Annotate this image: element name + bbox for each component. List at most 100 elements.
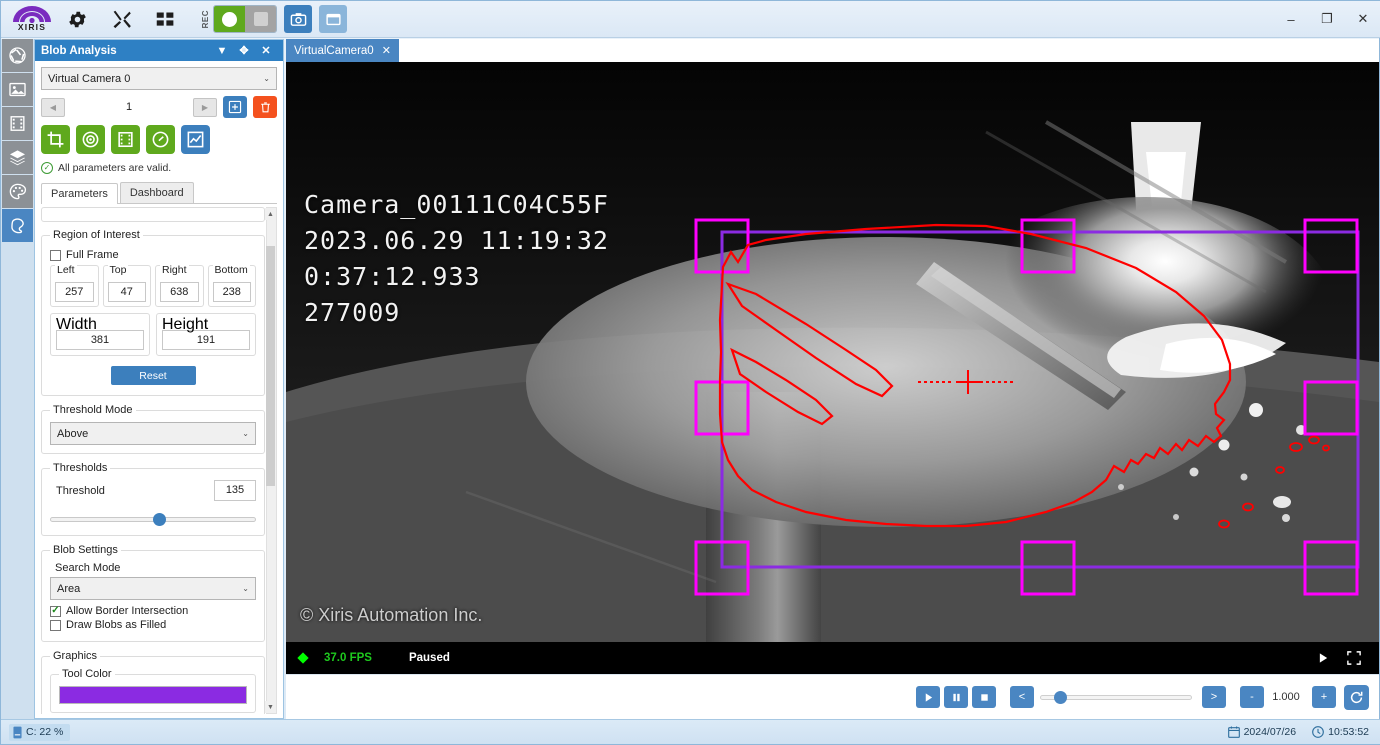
stop-icon <box>979 692 990 703</box>
record-button[interactable] <box>214 6 245 32</box>
rail-item-image[interactable] <box>2 73 33 106</box>
roi-reset-button[interactable]: Reset <box>111 366 196 385</box>
stop-square-icon <box>254 12 268 26</box>
overlay-framenumber: 277009 <box>304 295 609 331</box>
roi-left-input[interactable]: 257 <box>55 282 94 302</box>
next-tool-button[interactable]: ▶ <box>193 98 217 117</box>
title-bar: XIRIS REC <box>1 1 1380 38</box>
rail-item-video[interactable] <box>2 107 33 140</box>
check-circle-icon: ✓ <box>41 162 53 174</box>
panel-scroll-thumb[interactable] <box>266 246 275 486</box>
add-tool-button[interactable] <box>223 96 247 118</box>
overlay-graphics <box>286 62 1379 642</box>
restore-button[interactable]: ❐ <box>1309 1 1345 38</box>
roi-height-input[interactable]: 191 <box>162 330 250 350</box>
draw-filled-label: Draw Blobs as Filled <box>66 619 166 631</box>
time-text: 10:53:52 <box>1328 726 1369 738</box>
eye-tool-button[interactable] <box>76 125 105 154</box>
search-mode-label: Search Mode <box>55 562 256 574</box>
rail-item-layers[interactable] <box>2 141 33 174</box>
eye-icon <box>81 130 100 149</box>
disk-usage-item: C: 22 % <box>9 724 70 741</box>
rail-item-camera[interactable] <box>2 39 33 72</box>
playback-state: Paused <box>409 652 450 664</box>
stop-record-button[interactable] <box>245 6 276 32</box>
blob-settings-group: Blob Settings Search Mode Area ⌄ Allow B… <box>41 544 265 642</box>
close-button[interactable]: ✕ <box>1345 1 1380 38</box>
tools-button[interactable] <box>99 1 143 38</box>
draw-filled-checkbox[interactable] <box>50 620 61 631</box>
tab-dashboard[interactable]: Dashboard <box>120 182 194 203</box>
grid-icon <box>155 9 176 30</box>
pause-button[interactable] <box>944 686 968 708</box>
position-slider[interactable] <box>1040 688 1192 706</box>
tool-color-swatch[interactable] <box>59 686 247 704</box>
crop-tool-button[interactable] <box>41 125 70 154</box>
rate-increase-button[interactable]: + <box>1312 686 1336 708</box>
film-tool-button[interactable] <box>111 125 140 154</box>
film-strip-icon <box>116 130 135 149</box>
drive-icon <box>13 726 22 739</box>
record-toggle-group <box>213 5 277 33</box>
viewer-tab-label: VirtualCamera0 <box>294 45 374 57</box>
search-mode-select[interactable]: Area ⌄ <box>50 577 256 600</box>
roi-bottom-input[interactable]: 238 <box>213 282 252 302</box>
roi-height-field: Height 191 <box>156 313 256 356</box>
rate-decrease-button[interactable]: - <box>1240 686 1264 708</box>
panel-pin-icon[interactable]: ✥ <box>233 44 255 57</box>
step-forward-button[interactable]: > <box>1202 686 1226 708</box>
tool-index: 1 <box>65 101 193 113</box>
rail-item-blob[interactable] <box>2 209 33 242</box>
full-frame-checkbox[interactable] <box>50 250 61 261</box>
stop-button[interactable] <box>972 686 996 708</box>
camera-select[interactable]: Virtual Camera 0 ⌄ <box>41 67 277 90</box>
play-button[interactable] <box>916 686 940 708</box>
tab-virtualcamera0[interactable]: VirtualCamera0 ✕ <box>286 39 399 62</box>
chart-tool-button[interactable] <box>181 125 210 154</box>
tool-action-row <box>41 125 277 154</box>
expand-play-icon[interactable] <box>1318 652 1329 664</box>
allow-border-row: Allow Border Intersection <box>50 605 256 617</box>
layout-button[interactable] <box>143 1 187 38</box>
threshold-input[interactable]: 135 <box>214 480 256 501</box>
roi-top-input[interactable]: 47 <box>108 282 147 302</box>
gauge-icon <box>151 130 170 149</box>
playback-toolbar: < > - 1.000 + <box>286 674 1379 719</box>
roi-right-input[interactable]: 638 <box>160 282 199 302</box>
crop-icon <box>46 130 65 149</box>
threshold-slider-knob[interactable] <box>153 513 166 526</box>
allow-border-label: Allow Border Intersection <box>66 605 188 617</box>
panel-close-icon[interactable]: ✕ <box>255 44 277 57</box>
camera-icon <box>290 11 307 28</box>
position-slider-knob[interactable] <box>1054 691 1067 704</box>
rail-item-palette[interactable] <box>2 175 33 208</box>
video-area[interactable]: Camera_00111C04C55F 2023.06.29 11:19:32 … <box>286 62 1379 674</box>
roi-width-input[interactable]: 381 <box>56 330 144 350</box>
step-back-button[interactable]: < <box>1010 686 1034 708</box>
window-button[interactable] <box>319 5 347 33</box>
connection-dot-icon <box>297 652 308 663</box>
panel-scrollbar[interactable]: ▲ ▼ <box>266 207 277 714</box>
settings-button[interactable] <box>55 1 99 38</box>
scroll-up-arrow-icon[interactable]: ▲ <box>265 208 276 220</box>
fullscreen-icon[interactable] <box>1347 651 1361 665</box>
minimize-button[interactable]: – <box>1273 1 1309 38</box>
allow-border-checkbox[interactable] <box>50 606 61 617</box>
viewer-tab-close-icon[interactable]: ✕ <box>382 44 391 57</box>
overlay-camera-id: Camera_00111C04C55F <box>304 187 609 223</box>
aperture-icon <box>8 46 27 65</box>
gauge-tool-button[interactable] <box>146 125 175 154</box>
prev-tool-button[interactable]: ◀ <box>41 98 65 117</box>
roi-bottom-label: Bottom <box>213 264 250 276</box>
snapshot-button[interactable] <box>284 5 312 33</box>
threshold-mode-select[interactable]: Above ⌄ <box>50 422 256 445</box>
tool-nav-row: ◀ 1 ▶ <box>41 96 277 118</box>
playback-rate: 1.000 <box>1264 691 1308 703</box>
scroll-down-arrow-icon[interactable]: ▼ <box>265 701 276 713</box>
loop-button[interactable] <box>1344 685 1369 710</box>
panel-menu-icon[interactable]: ▼ <box>211 45 233 57</box>
panel-title: Blob Analysis <box>41 45 211 57</box>
threshold-slider[interactable] <box>50 511 256 527</box>
delete-tool-button[interactable] <box>253 96 277 118</box>
tab-parameters[interactable]: Parameters <box>41 183 118 204</box>
